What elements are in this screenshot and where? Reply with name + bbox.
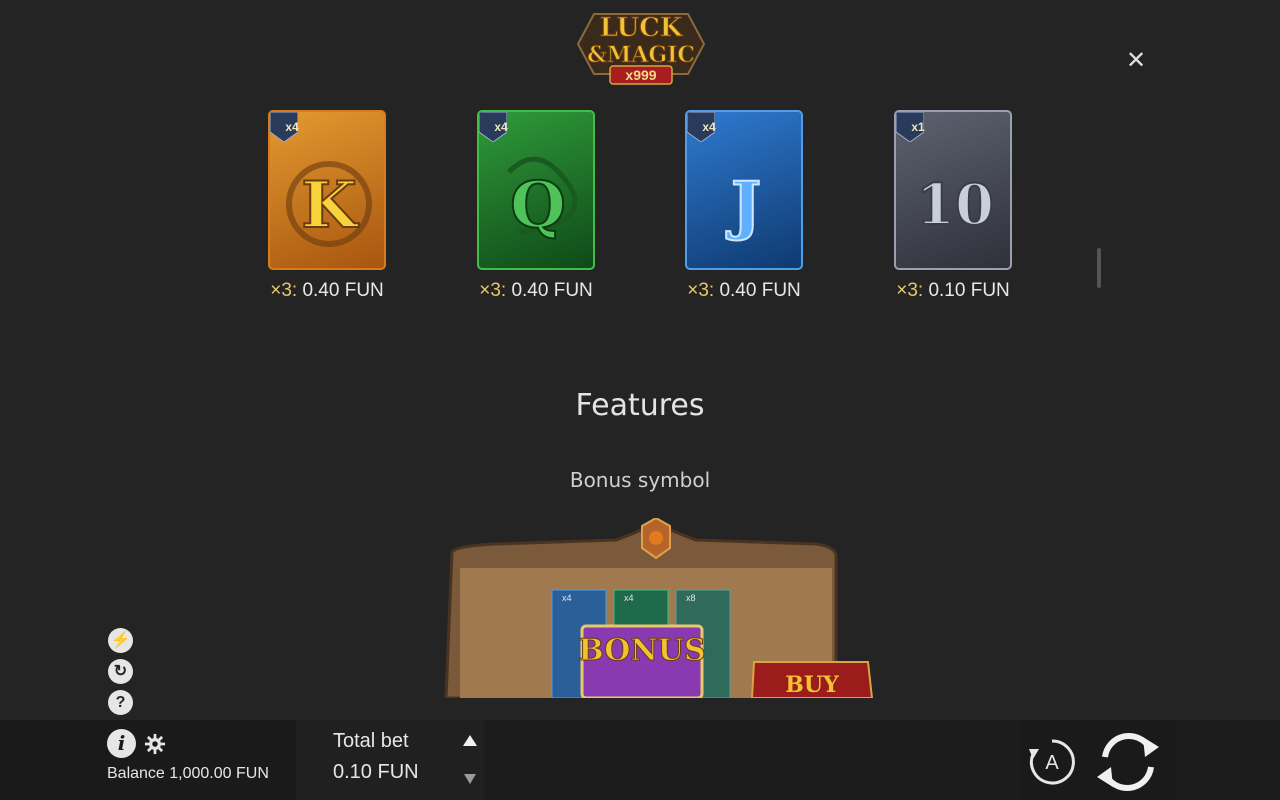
svg-text:x4: x4 [624,593,634,603]
svg-text:J: J [726,168,761,243]
symbol-badge: x4 [285,120,299,134]
svg-text:x999: x999 [625,67,656,83]
game-logo: LUCK &MAGIC x999 [576,13,706,85]
scrollbar-thumb[interactable] [1097,248,1101,288]
symbol-payout: ×3: 0.40 FUN [687,280,801,301]
turbo-spin-icon[interactable]: ⚡ [108,628,133,653]
symbol-k: K x4 ×3: 0.40 FUN [265,110,389,302]
total-bet-label: Total bet [333,730,409,752]
svg-text:Q: Q [510,168,566,243]
close-button[interactable]: ✕ [1124,48,1148,72]
svg-text:BONUS: BONUS [578,633,705,668]
svg-text:x8: x8 [686,593,696,603]
info-button[interactable]: i [107,729,136,758]
balance-panel [0,720,296,800]
symbol-card-j: J x4 [685,110,803,270]
gear-icon[interactable] [144,733,166,755]
spin-button[interactable] [1093,727,1163,797]
symbol-card-q: Q x4 [477,110,595,270]
autoplay-settings-icon[interactable]: ↻ [108,659,133,684]
bonus-feature-illustration: x4 x4 x8 BONUS BUY [444,518,874,698]
symbol-card-k: K x4 [268,110,386,270]
symbol-payout: ×3: 0.40 FUN [479,280,593,301]
svg-text:BUY: BUY [785,672,839,698]
svg-text:&MAGIC: &MAGIC [587,42,695,68]
symbol-q: Q x4 ×3: 0.40 FUN [474,110,598,302]
symbol-payout: ×3: 0.10 FUN [896,280,1010,301]
symbol-payout: ×3: 0.40 FUN [270,280,384,301]
balance-display: Balance 1,000.00 FUN [107,765,269,782]
total-bet-value: 0.10 FUN [333,761,419,783]
symbol-j: J x4 ×3: 0.40 FUN [682,110,806,302]
bonus-symbol-heading: Bonus symbol [569,468,711,492]
features-heading: Features [575,388,705,423]
autoplay-button[interactable]: A [1027,737,1077,787]
svg-text:x4: x4 [562,593,572,603]
svg-text:A: A [1045,752,1059,774]
symbol-badge: x4 [702,120,716,134]
symbol-card-10: 10 x1 [894,110,1012,270]
bet-decrease-arrow-icon[interactable] [456,762,484,796]
bet-increase-arrow-icon[interactable] [456,724,484,758]
svg-text:K: K [301,168,359,243]
symbol-10: 10 x1 ×3: 0.10 FUN [891,110,1015,302]
help-icon[interactable]: ? [108,690,133,715]
symbol-badge: x4 [494,120,508,134]
svg-text:10: 10 [916,172,994,238]
svg-text:LUCK: LUCK [600,13,684,43]
symbol-badge: x1 [911,120,925,134]
